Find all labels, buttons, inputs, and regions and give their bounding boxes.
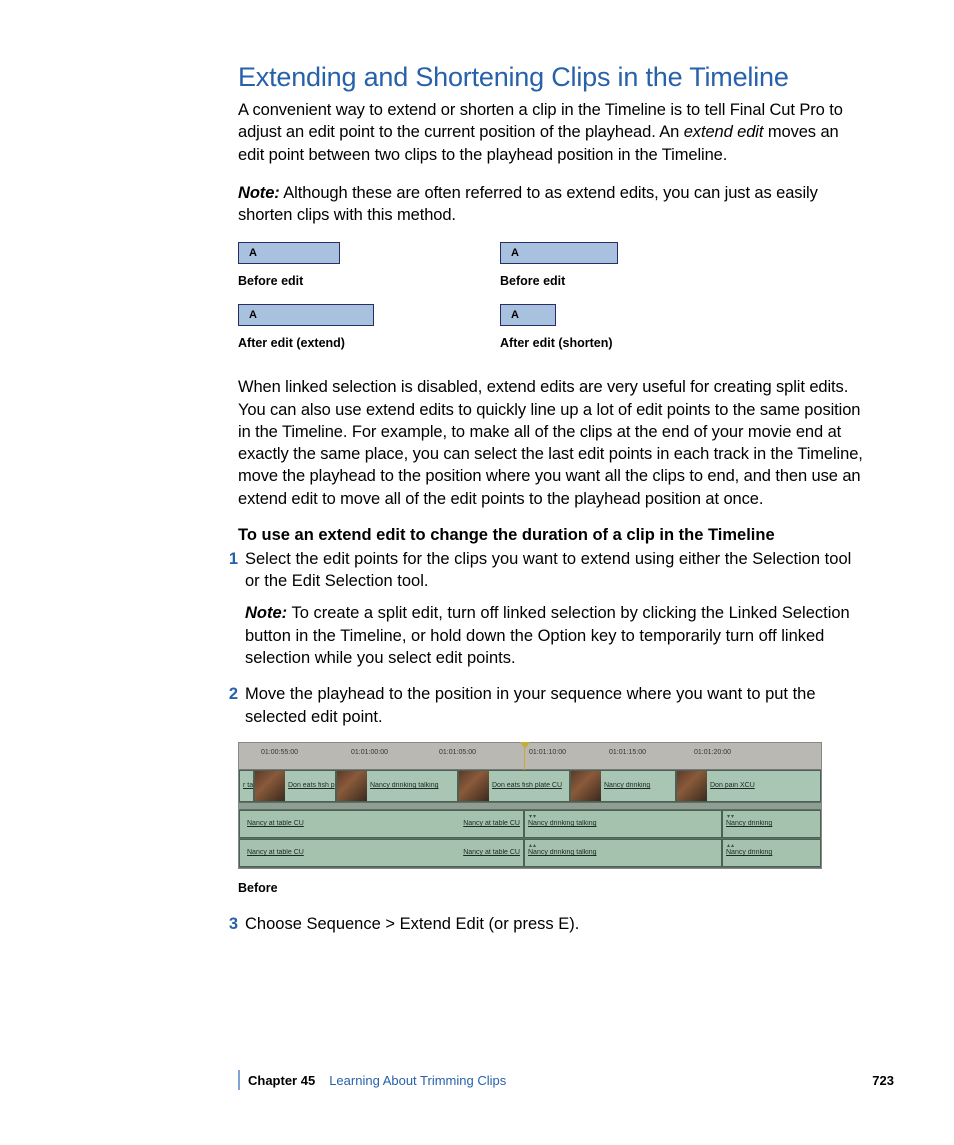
timecode: 01:01:20:00 (694, 749, 731, 756)
clip-name: Nancy drinking talking (525, 849, 599, 856)
audio-clip: ▴▴ Nancy drinking (722, 839, 821, 867)
intro-emphasis: extend edit (684, 123, 764, 141)
audio-clip: Nancy at table CU Nancy at table CU (239, 810, 524, 838)
page-number: 723 (872, 1073, 894, 1088)
clip-caption: Before edit (238, 274, 340, 288)
step-2: 2 Move the playhead to the position in y… (238, 683, 864, 728)
step-text: Move the playhead to the position in you… (245, 683, 864, 728)
step-number: 3 (221, 913, 245, 935)
chapter-label: Chapter 45 (248, 1073, 315, 1088)
clip-a: A (238, 242, 340, 264)
video-clip: Nancy drinking talking (336, 770, 458, 802)
note-label: Note: (245, 604, 287, 622)
clip-name: Don eats fish p (285, 782, 335, 789)
page-footer: Chapter 45 Learning About Trimming Clips… (238, 1070, 894, 1090)
clip-diagram-row-before: A Before edit A Before edit (238, 242, 864, 288)
clip-caption: Before edit (500, 274, 618, 288)
audio-track-2: Nancy at table CU Nancy at table CU ▴▴ N… (239, 839, 821, 868)
audio-clip: ▾▾ Nancy drinking (722, 810, 821, 838)
clip-caption: After edit (shorten) (500, 336, 613, 350)
clip-name: r tab (240, 782, 253, 789)
clip-thumbnail-icon (677, 771, 707, 801)
clip-label: A (249, 247, 257, 259)
audio-clip: ▾▾ Nancy drinking talking (524, 810, 722, 838)
note-text: To create a split edit, turn off linked … (245, 604, 850, 667)
stereo-link-icon: ▴▴ (529, 842, 537, 849)
audio-clip: Nancy at table CU Nancy at table CU (239, 839, 524, 867)
timecode: 01:01:15:00 (609, 749, 646, 756)
stereo-link-icon: ▾▾ (727, 813, 735, 820)
page: Extending and Shortening Clips in the Ti… (0, 0, 954, 1145)
clip-name: Nancy at table CU (244, 820, 307, 827)
clip-before-right: A Before edit (500, 242, 618, 288)
timecode: 01:01:00:00 (351, 749, 388, 756)
step-1-note: Note: To create a split edit, turn off l… (245, 602, 864, 669)
note-text: Although these are often referred to as … (238, 184, 818, 224)
step-3: 3 Choose Sequence > Extend Edit (or pres… (238, 913, 864, 935)
note-label: Note: (238, 184, 280, 202)
steps-heading: To use an extend edit to change the dura… (238, 526, 864, 545)
step-number: 1 (221, 548, 245, 669)
clip-thumbnail-icon (571, 771, 601, 801)
clip-thumbnail-icon (459, 771, 489, 801)
clip-name: Nancy drinking (601, 782, 653, 789)
video-clip: Don pain XCU (676, 770, 821, 802)
audio-clip: ▴▴ Nancy drinking talking (524, 839, 722, 867)
clip-a: A (500, 304, 556, 326)
note-paragraph-1: Note: Although these are often referred … (238, 182, 864, 227)
chapter-name: Learning About Trimming Clips (329, 1073, 506, 1088)
clip-before-left: A Before edit (238, 242, 340, 288)
clip-name: Don pain XCU (707, 782, 758, 789)
step-text: Choose Sequence > Extend Edit (or press … (245, 913, 864, 935)
clip-label: A (511, 247, 519, 259)
section-title: Extending and Shortening Clips in the Ti… (238, 62, 864, 93)
stereo-link-icon: ▾▾ (529, 813, 537, 820)
video-clip: r tab (239, 770, 254, 802)
audio-track-1: Nancy at table CU Nancy at table CU ▾▾ N… (239, 810, 821, 839)
timeline-screenshot: 01:00:55:00 01:01:00:00 01:01:05:00 01:0… (238, 742, 822, 869)
figure-caption: Before (238, 881, 864, 895)
clip-name: Nancy drinking (723, 849, 775, 856)
clip-caption: After edit (extend) (238, 336, 374, 350)
clip-name: Nancy at table CU (244, 849, 307, 856)
clip-label: A (511, 309, 519, 321)
clip-name: Nancy drinking talking (525, 820, 599, 827)
clip-name-end: Nancy at table CU (460, 820, 523, 827)
clip-a: A (238, 304, 374, 326)
timecode: 01:00:55:00 (261, 749, 298, 756)
clip-thumbnail-icon (337, 771, 367, 801)
stereo-link-icon: ▴▴ (727, 842, 735, 849)
track-divider (239, 803, 821, 810)
video-clip: Don eats fish p (254, 770, 336, 802)
video-clip: Nancy drinking (570, 770, 676, 802)
video-clip: Don eats fish plate CU (458, 770, 570, 802)
clip-label: A (249, 309, 257, 321)
clip-name: Nancy drinking (723, 820, 775, 827)
step-1: 1 Select the edit points for the clips y… (238, 548, 864, 669)
clip-after-extend: A After edit (extend) (238, 304, 374, 350)
clip-name: Nancy drinking talking (367, 782, 441, 789)
timeline-ruler: 01:00:55:00 01:01:00:00 01:01:05:00 01:0… (239, 743, 821, 770)
step-number: 2 (221, 683, 245, 728)
clip-after-shorten: A After edit (shorten) (500, 304, 613, 350)
timecode: 01:01:05:00 (439, 749, 476, 756)
clip-diagram-row-after: A After edit (extend) A After edit (shor… (238, 304, 864, 350)
timecode: 01:01:10:00 (529, 749, 566, 756)
paragraph-split-edits: When linked selection is disabled, exten… (238, 376, 864, 510)
intro-paragraph: A convenient way to extend or shorten a … (238, 99, 864, 166)
clip-name: Don eats fish plate CU (489, 782, 565, 789)
footer-divider-icon (238, 1070, 240, 1090)
clip-a: A (500, 242, 618, 264)
step-text: Select the edit points for the clips you… (245, 548, 864, 593)
clip-thumbnail-icon (255, 771, 285, 801)
clip-name-end: Nancy at table CU (460, 849, 523, 856)
video-track: r tab Don eats fish p Nancy drinking tal… (239, 770, 821, 803)
